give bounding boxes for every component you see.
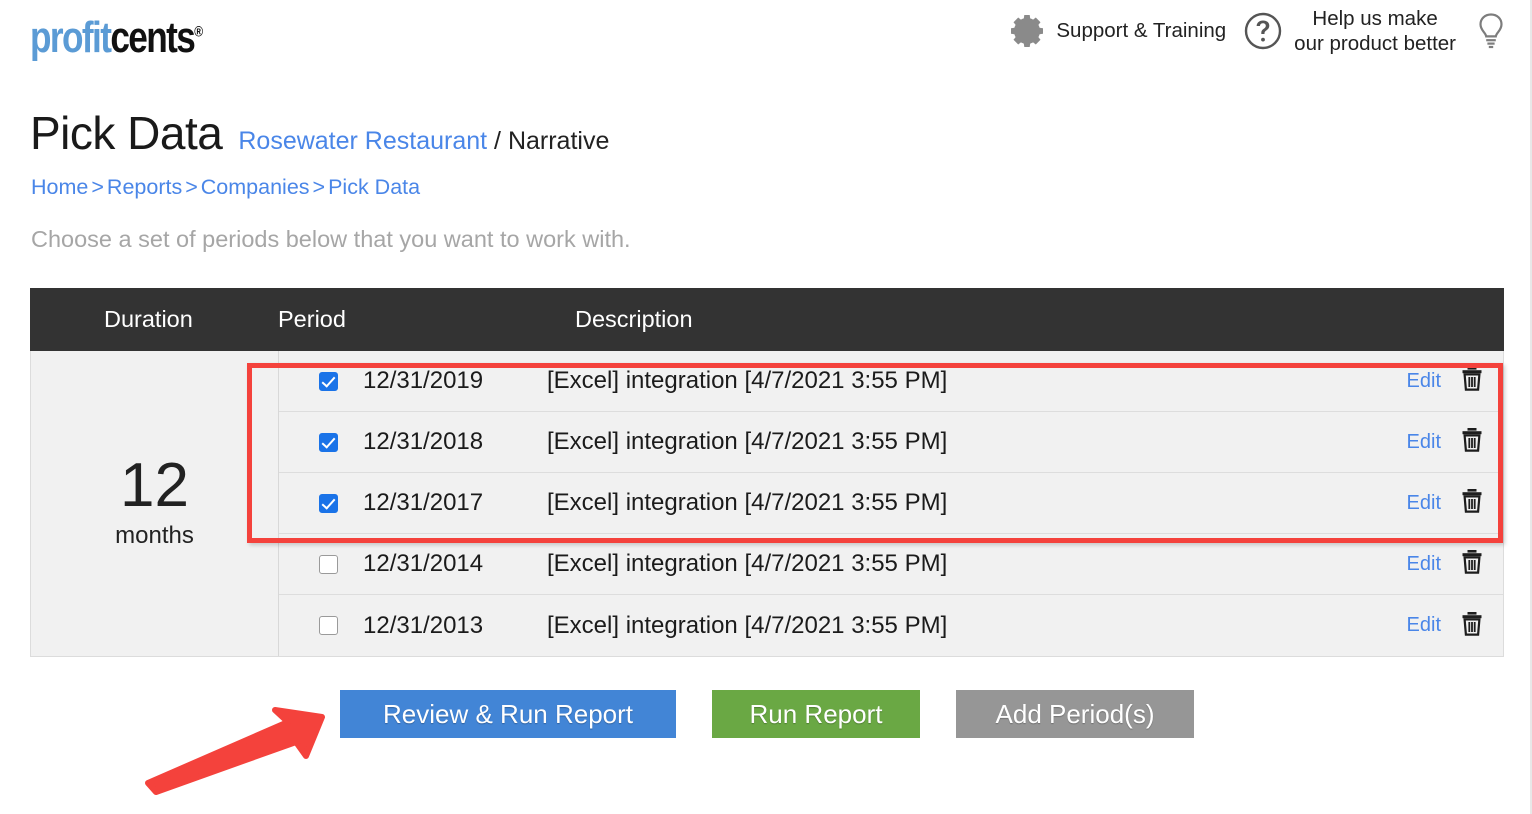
edit-link[interactable]: Edit (1341, 614, 1441, 637)
support-training-button[interactable]: Support & Training (1000, 12, 1234, 50)
idea-button[interactable] (1464, 9, 1518, 53)
period-date: 12/31/2019 (363, 367, 484, 394)
breadcrumb-separator-3: > (312, 175, 326, 199)
edit-link[interactable]: Edit (1341, 370, 1441, 393)
page-title: Pick Data (30, 107, 223, 159)
period-checkbox[interactable] (319, 616, 338, 635)
app-header: profitcents® Support & Training Help us … (0, 0, 1532, 88)
period-description: [Excel] integration [4/7/2021 3:55 PM] (547, 550, 948, 577)
table-body: 12 months 12/31/2019 [Excel] integration… (30, 351, 1504, 657)
add-period-button[interactable]: Add Period(s) (956, 690, 1194, 738)
breadcrumb: Home > Reports > Companies > Pick Data (31, 175, 420, 200)
page-root: profitcents® Support & Training Help us … (0, 0, 1532, 814)
breadcrumb-separator-2: > (185, 175, 198, 199)
period-checkbox[interactable] (319, 554, 338, 574)
feedback-label: Help us make our product better (1294, 6, 1456, 56)
duration-cell: 12 months (31, 351, 279, 656)
page-title-row: Pick Data Rosewater Restaurant / Narrati… (30, 110, 609, 156)
period-date: 12/31/2014 (363, 550, 484, 577)
period-description: [Excel] integration [4/7/2021 3:55 PM] (547, 428, 948, 455)
column-header-period: Period (278, 306, 346, 332)
period-description: [Excel] integration [4/7/2021 3:55 PM] (547, 489, 948, 516)
period-checkbox[interactable] (319, 432, 338, 452)
period-checkbox[interactable] (319, 493, 338, 513)
edit-link[interactable]: Edit (1341, 492, 1441, 515)
edit-link[interactable]: Edit (1341, 431, 1441, 454)
table-row: 12/31/2013 [Excel] integration [4/7/2021… (279, 595, 1503, 656)
support-training-label: Support & Training (1056, 19, 1227, 42)
column-header-duration: Duration (104, 306, 193, 332)
question-circle-icon (1242, 10, 1284, 52)
lightbulb-icon (1472, 9, 1510, 53)
table-row: 12/31/2017 [Excel] integration [4/7/2021… (279, 473, 1503, 534)
action-buttons: Review & Run Report Run Report Add Perio… (340, 690, 1194, 738)
breadcrumb-item-home[interactable]: Home (31, 175, 88, 199)
profitcents-logo[interactable]: profitcents® (30, 16, 203, 60)
breadcrumb-item-companies[interactable]: Companies (201, 175, 310, 199)
breadcrumb-item-pick-data[interactable]: Pick Data (328, 175, 420, 199)
duration-value: 12 (120, 451, 189, 521)
review-and-run-report-button[interactable]: Review & Run Report (340, 690, 676, 738)
feedback-line-2: our product better (1294, 32, 1456, 55)
period-description: [Excel] integration [4/7/2021 3:55 PM] (547, 367, 948, 394)
periods-table: Duration Period Description 12 months 12… (30, 288, 1504, 657)
instruction-text: Choose a set of periods below that you w… (31, 226, 631, 252)
feedback-button[interactable]: Help us make our product better (1234, 6, 1464, 56)
arrow-annotation (145, 707, 325, 795)
table-row: 12/31/2014 [Excel] integration [4/7/2021… (279, 534, 1503, 595)
duration-unit: months (115, 521, 194, 549)
logo-text-profit: profit (30, 13, 112, 62)
run-report-button[interactable]: Run Report (712, 690, 920, 738)
table-row: 12/31/2019 [Excel] integration [4/7/2021… (279, 351, 1503, 412)
period-date: 12/31/2017 (363, 489, 484, 516)
table-header-row: Duration Period Description (30, 288, 1504, 351)
table-row: 12/31/2018 [Excel] integration [4/7/2021… (279, 412, 1503, 473)
trash-icon[interactable] (1441, 427, 1503, 457)
period-description: [Excel] integration [4/7/2021 3:55 PM] (547, 611, 948, 639)
trash-icon[interactable] (1441, 611, 1503, 641)
period-checkbox[interactable] (319, 371, 338, 391)
company-link[interactable]: Rosewater Restaurant (238, 127, 487, 155)
column-header-description: Description (575, 306, 693, 332)
edit-link[interactable]: Edit (1341, 553, 1441, 576)
header-actions: Support & Training Help us make our prod… (1000, 6, 1518, 56)
feedback-line-1: Help us make (1312, 7, 1438, 30)
period-date: 12/31/2018 (363, 428, 484, 455)
trash-icon[interactable] (1441, 549, 1503, 579)
gear-icon (1008, 12, 1046, 50)
report-type-label: / Narrative (494, 127, 610, 155)
logo-trademark: ® (194, 23, 204, 41)
breadcrumb-item-reports[interactable]: Reports (107, 175, 182, 199)
trash-icon[interactable] (1441, 488, 1503, 518)
trash-icon[interactable] (1441, 366, 1503, 396)
breadcrumb-separator-1: > (91, 175, 104, 199)
period-rows: 12/31/2019 [Excel] integration [4/7/2021… (279, 351, 1503, 656)
period-date: 12/31/2013 (363, 611, 484, 639)
page-subtitle: Rosewater Restaurant / Narrative (238, 129, 609, 154)
logo-text-cents: cents (110, 13, 196, 62)
